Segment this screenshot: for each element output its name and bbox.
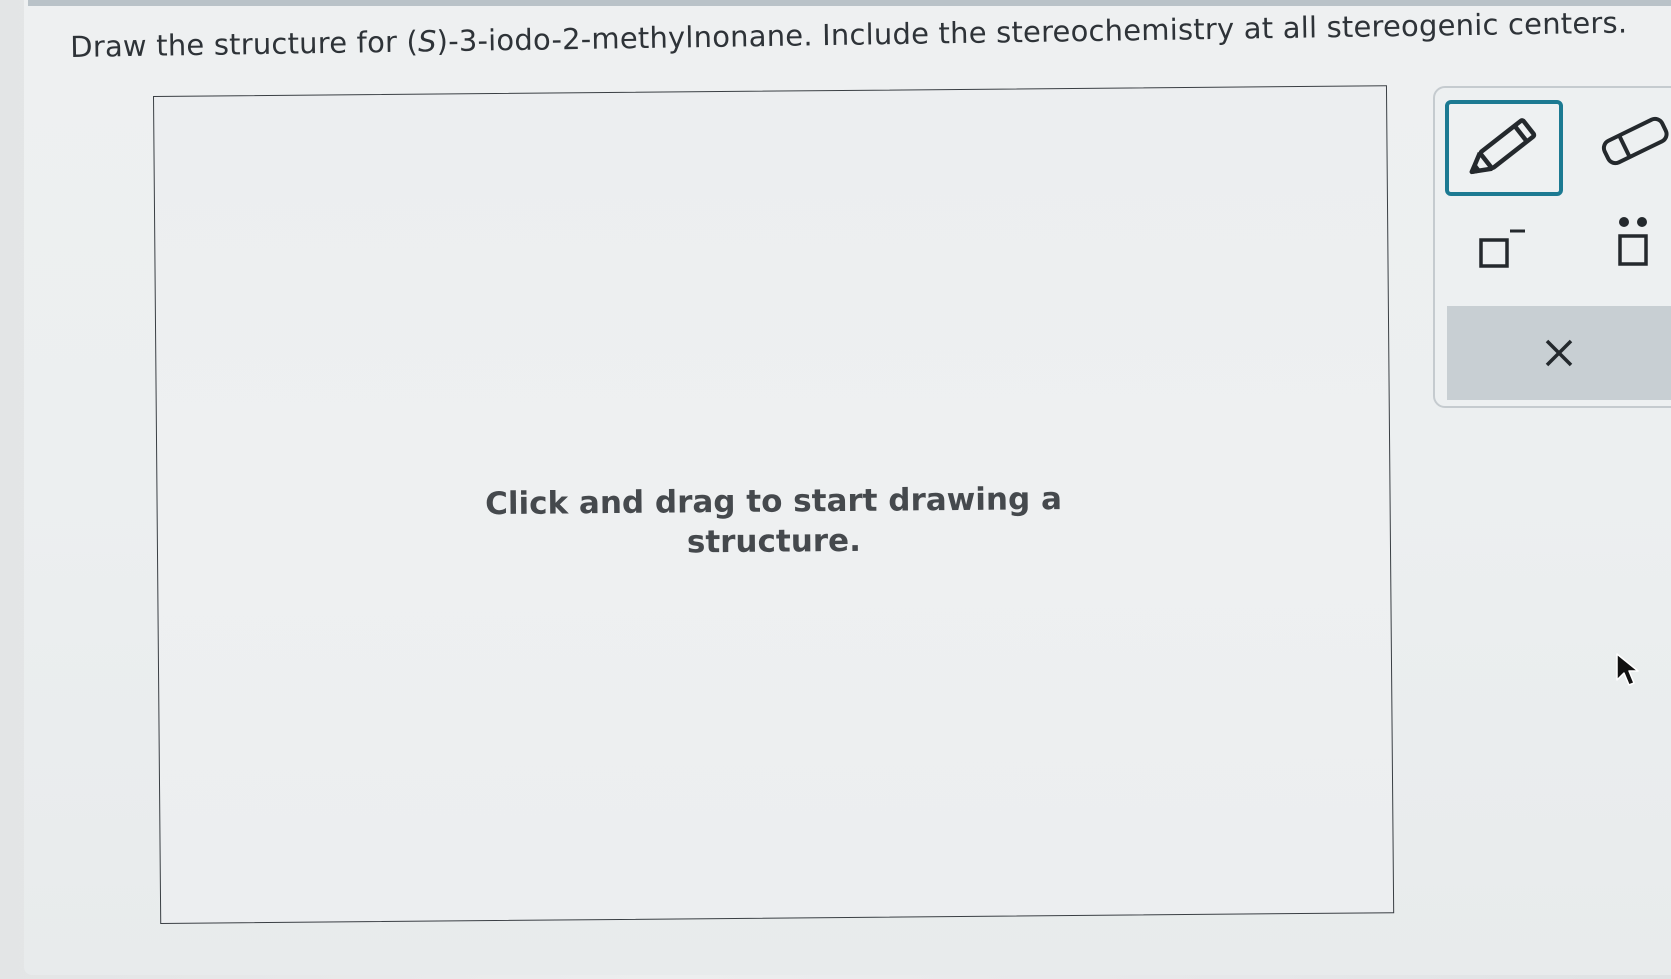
pencil-icon	[1469, 118, 1537, 175]
lone-pair-icon	[1618, 217, 1648, 266]
negative-charge-icon	[1479, 229, 1525, 268]
canvas-hint: Click and drag to start drawing a struct…	[157, 476, 1390, 567]
stereo-label: S	[417, 24, 437, 59]
close-icon	[1545, 339, 1573, 367]
screen: Draw the structure for (S)-3-iodo-2-meth…	[0, 0, 1671, 979]
question-prefix: Draw the structure for (	[70, 24, 419, 64]
drawing-canvas[interactable]: Click and drag to start drawing a struct…	[153, 85, 1395, 924]
eraser-icon	[1601, 116, 1669, 166]
charge-tool-button[interactable]	[1465, 218, 1535, 278]
eraser-tool-button[interactable]	[1595, 110, 1671, 172]
lone-pair-tool-button[interactable]	[1610, 212, 1660, 278]
top-strip	[28, 0, 1671, 6]
clear-button[interactable]	[1447, 306, 1671, 400]
pencil-tool-button[interactable]	[1445, 100, 1563, 196]
mouse-cursor-icon	[1616, 653, 1639, 686]
